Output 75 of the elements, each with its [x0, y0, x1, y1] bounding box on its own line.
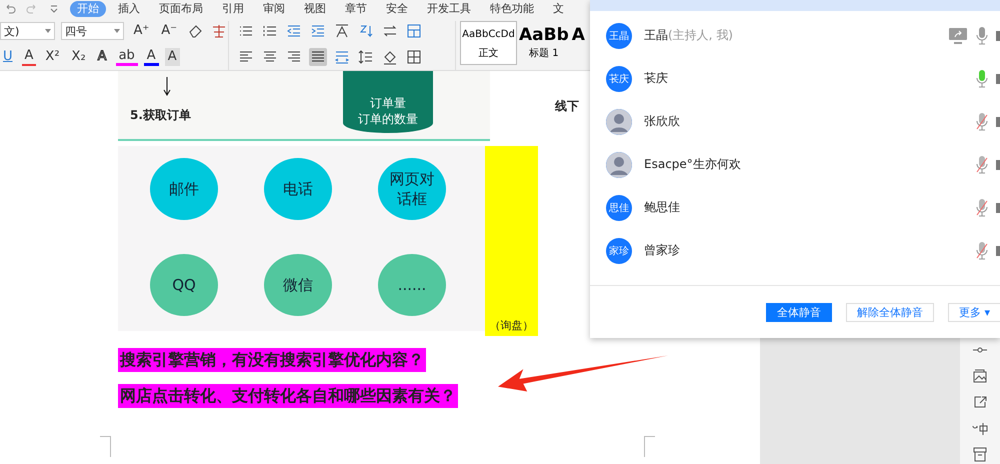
inquiry-label: （询盘） [490, 318, 534, 333]
menu-tab[interactable]: 页面布局 [152, 0, 210, 16]
format-button[interactable]: A [94, 48, 110, 66]
microphone-icon[interactable] [976, 70, 988, 88]
font-size-field[interactable]: 四号 [60, 22, 124, 40]
menu-tab[interactable]: 章节 [338, 0, 374, 16]
mute-button[interactable]: 解除全体静音 [846, 302, 934, 322]
menu-tab[interactable]: 插入 [111, 0, 147, 16]
style-preset[interactable]: AaBbCcDd 正文 [460, 21, 517, 65]
style-preset[interactable]: AaBb 标题 1 [518, 21, 570, 65]
avatar: 思佳 [606, 194, 632, 220]
microphone-icon[interactable] [976, 242, 988, 260]
participant-name: 苌庆 [644, 70, 669, 87]
step-label: 5.获取订单 [130, 107, 191, 124]
format-button[interactable]: A [144, 48, 159, 66]
archive-icon[interactable] [972, 446, 988, 462]
avatar: 家珍 [606, 238, 632, 264]
down-arrow-icon [162, 77, 172, 97]
border-icon[interactable] [405, 48, 423, 66]
caret-icon [44, 29, 51, 33]
cylinder-label: 订单量 [370, 95, 406, 111]
mute-button[interactable]: 全体静音 [766, 302, 832, 322]
page-corner-mark [100, 436, 111, 457]
channel-bubble: 电话 [264, 158, 332, 220]
menu-tab[interactable]: 审阅 [256, 0, 292, 16]
table-icon[interactable] [405, 22, 423, 40]
font-size-button[interactable]: A⁺ [130, 22, 152, 40]
microphone-icon[interactable] [976, 112, 988, 130]
microphone-icon[interactable] [976, 156, 988, 174]
menu-tab[interactable]: 安全 [379, 0, 415, 16]
participant-name: Esacpe°生亦何欢 [644, 156, 742, 173]
format-button[interactable]: A [22, 48, 36, 66]
participant-name: 曾家珍 [644, 242, 681, 259]
format-button[interactable]: X₂ [68, 48, 89, 66]
channel-bubble: ...... [378, 254, 446, 316]
spacing-icon[interactable] [333, 22, 351, 40]
side-label: 线下 [555, 98, 579, 115]
cylinder-label: 订单的数量 [358, 111, 418, 127]
menu-tab[interactable]: 特色功能 [483, 0, 541, 16]
channel-bubble: 网页对话框 [378, 158, 446, 220]
page-corner-mark [644, 436, 655, 457]
style-preset[interactable]: A [570, 21, 586, 65]
avatar [606, 152, 632, 178]
channel-bubble: QQ [150, 254, 218, 316]
line-spacing-icon[interactable] [357, 48, 375, 66]
translate-icon[interactable] [972, 420, 988, 436]
channel-bubble: 邮件 [150, 158, 218, 220]
image-icon[interactable] [972, 368, 988, 384]
font-name-field[interactable]: 文) [0, 22, 55, 40]
avatar [606, 108, 632, 134]
avatar: 王晶 [606, 22, 632, 48]
format-button[interactable]: ab [116, 48, 138, 66]
share-icon[interactable] [972, 394, 988, 410]
participant-name: 王晶(主持人, 我) [644, 27, 734, 44]
microphone-icon[interactable] [976, 198, 988, 216]
participant-name: 张欣欣 [644, 113, 681, 130]
format-button[interactable]: U [0, 48, 16, 66]
participant-name: 鲍思佳 [644, 199, 681, 216]
menu-tab[interactable]: 视图 [297, 0, 333, 16]
microphone-icon[interactable] [976, 26, 988, 44]
justify-icon[interactable] [309, 48, 327, 66]
dropdown-icon[interactable] [48, 2, 60, 14]
channel-bubble: 微信 [264, 254, 332, 316]
format-button[interactable]: X² [42, 48, 63, 66]
menu-tab[interactable]: 开发工具 [420, 0, 478, 16]
undo-icon[interactable] [4, 2, 16, 14]
avatar: 苌庆 [606, 66, 632, 92]
font-size-button[interactable]: A⁻ [158, 22, 180, 40]
format-button[interactable]: A [164, 48, 180, 66]
menu-tab[interactable]: 文 [546, 0, 571, 16]
highlighted-question: 网店点击转化、支付转化各自和哪些因素有关？ [118, 384, 458, 408]
menu-tab[interactable]: 引用 [215, 0, 251, 16]
caret-icon [114, 29, 120, 33]
highlighted-question: 搜索引擎营销，有没有搜索引擎优化内容？ [118, 348, 426, 372]
more-button[interactable]: 更多 ▾ [948, 302, 1000, 322]
